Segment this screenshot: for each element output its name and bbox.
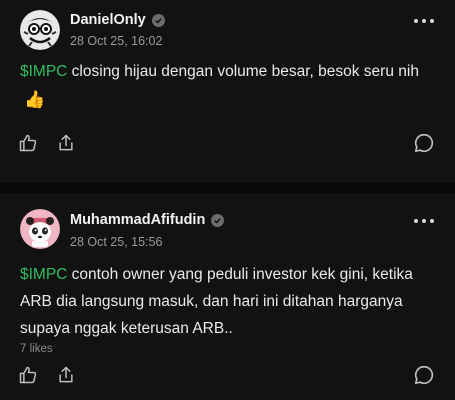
username-text[interactable]: DanielOnly [70,12,146,28]
post-body: $IMPC contoh owner yang peduli investor … [20,261,440,342]
post-body: $IMPC closing hijau dengan volume besar,… [20,58,440,113]
post-timestamp: 28 Oct 25, 15:56 [70,235,163,249]
share-icon[interactable] [55,132,77,154]
post-text: closing hijau dengan volume besar, besok… [67,63,419,80]
verified-icon [151,13,165,27]
like-icon[interactable] [17,364,39,386]
post-timestamp: 28 Oct 25, 16:02 [70,34,163,48]
feed: DanielOnly 28 Oct 25, 16:02 $IMPC closin… [0,0,455,400]
post-divider [0,183,455,193]
username[interactable]: DanielOnly [70,12,165,28]
avatar[interactable] [20,209,60,249]
post-text: contoh owner yang peduli investor kek gi… [20,266,413,337]
comment-icon[interactable] [413,364,435,386]
share-icon[interactable] [55,364,77,386]
like-count[interactable]: 7 likes [20,343,53,355]
post-card: MuhammadAfifudin 28 Oct 25, 15:56 $IMPC … [0,193,455,400]
like-icon[interactable] [17,132,39,154]
ticker-link[interactable]: $IMPC [20,63,67,80]
avatar[interactable] [20,10,60,50]
thumbs-up-emoji: 👍 [24,90,46,109]
username-text[interactable]: MuhammadAfifudin [70,212,205,228]
username[interactable]: MuhammadAfifudin [70,212,225,228]
comment-icon[interactable] [413,132,435,154]
verified-icon [211,213,225,227]
ticker-link[interactable]: $IMPC [20,266,67,283]
post-card: DanielOnly 28 Oct 25, 16:02 $IMPC closin… [0,0,455,183]
more-icon[interactable] [410,213,438,229]
more-icon[interactable] [410,13,438,29]
